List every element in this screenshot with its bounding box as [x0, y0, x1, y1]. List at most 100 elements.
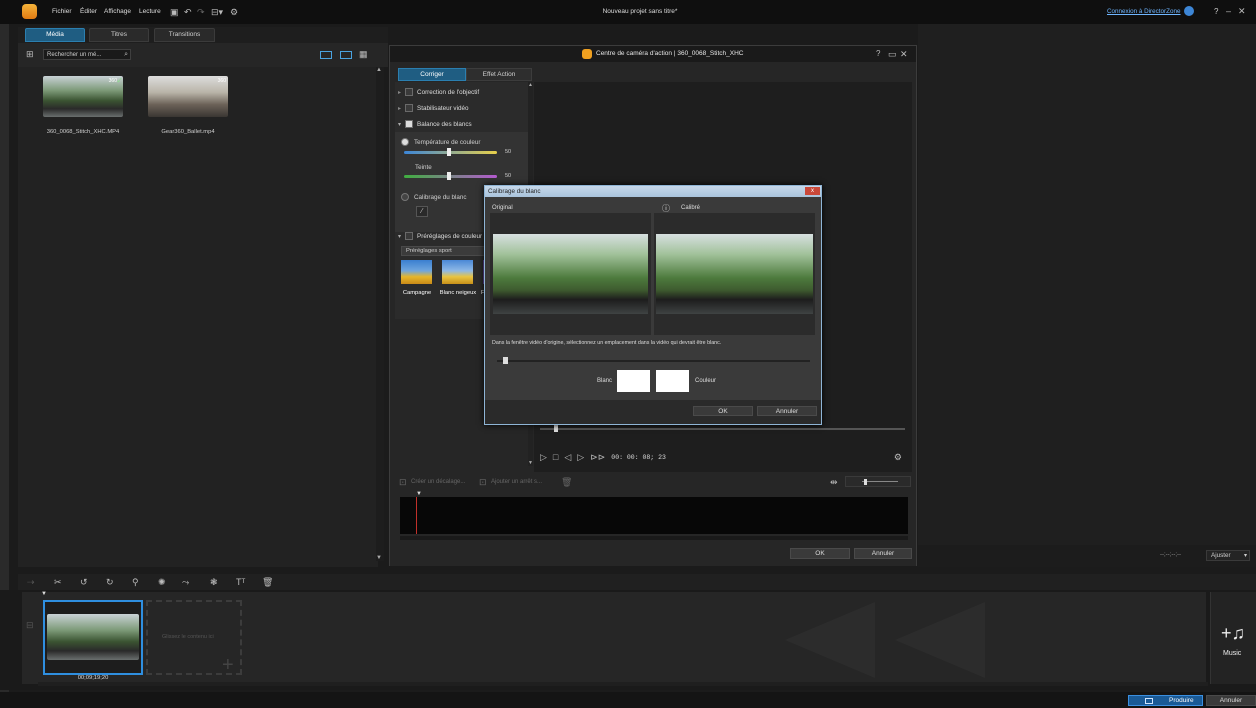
delete-icon[interactable]: 🗑 — [262, 577, 273, 587]
option-lens-correction[interactable]: ▸ Correction de l'objectif — [395, 84, 528, 100]
view-details-icon[interactable] — [320, 51, 332, 59]
maximize-icon[interactable]: ▭ — [888, 49, 897, 59]
temp-radio-row[interactable]: Température de couleur — [401, 138, 481, 146]
search-icon[interactable]: ⌕ — [124, 50, 128, 60]
save-icon[interactable]: ▣ — [170, 7, 179, 17]
view-grid-icon[interactable]: ▦ — [359, 49, 368, 59]
help-button[interactable]: ? — [1214, 7, 1218, 16]
offset-icon[interactable]: ⊡ — [399, 477, 407, 487]
split-icon[interactable]: ✂ — [54, 577, 62, 587]
action-camera-icon[interactable]: ⤳ — [182, 577, 189, 587]
tint-slider-thumb[interactable] — [447, 172, 451, 180]
eyedropper-icon[interactable]: ⁄ — [416, 206, 428, 217]
scroll-up-icon[interactable]: ▲ — [376, 67, 382, 73]
fix-enhance-icon[interactable]: ⚲ — [132, 577, 139, 587]
timeline-clip[interactable] — [43, 600, 143, 675]
effect-timeline[interactable] — [400, 497, 908, 534]
track-toggle-icon[interactable]: ⊟ — [26, 620, 34, 630]
menu-editer[interactable]: Éditer — [80, 8, 97, 15]
close-icon[interactable]: ✕ — [1238, 6, 1246, 16]
add-music-icon[interactable]: +♫ — [1221, 624, 1245, 642]
calibration-radio-row[interactable]: Calibrage du blanc — [401, 193, 467, 201]
next-frame-icon[interactable]: ▷ — [577, 452, 584, 462]
calibration-radio[interactable] — [401, 193, 409, 201]
option-stabilizer[interactable]: ▸ Stabilisateur vidéo — [395, 100, 528, 116]
zoom-thumb[interactable] — [864, 479, 867, 485]
preview-scrubber[interactable] — [540, 428, 905, 430]
close-button[interactable]: x — [805, 187, 820, 195]
tab-media[interactable]: Média — [25, 28, 85, 42]
fit-select[interactable]: Ajuster ▾ — [1206, 550, 1250, 561]
settings-gear-icon[interactable]: ⚙ — [894, 452, 902, 462]
calibration-slider-thumb[interactable] — [503, 357, 508, 364]
scroll-down-icon[interactable]: ▼ — [376, 555, 382, 561]
cancel-button[interactable]: Annuler — [757, 406, 817, 416]
tab-titles[interactable]: Titres — [89, 28, 149, 42]
scroll-up-icon[interactable]: ▲ — [528, 82, 533, 88]
menu-lecture[interactable]: Lecture — [139, 8, 161, 15]
fit-timeline-icon[interactable]: ⇹ — [830, 477, 838, 487]
create-offset-button[interactable]: Créer un décalage... — [411, 479, 465, 485]
zoom-slider[interactable] — [845, 476, 911, 487]
import-media-icon[interactable]: ⊞ — [26, 49, 34, 59]
option-white-balance[interactable]: ▾ Balance des blancs — [395, 116, 528, 132]
library-scrollbar[interactable]: ▲ ▼ — [376, 67, 384, 561]
cancel-button[interactable]: Annuler — [1206, 695, 1256, 706]
lens-correction-checkbox[interactable] — [405, 88, 414, 96]
play-icon[interactable]: ▷ — [540, 452, 547, 462]
redo-icon[interactable]: ↷ — [197, 7, 205, 17]
aspect-ratio-icon[interactable]: ⊟▾ — [211, 7, 223, 17]
menu-fichier[interactable]: Fichier — [52, 8, 72, 15]
original-frame[interactable] — [493, 234, 648, 314]
menu-affichage[interactable]: Affichage — [104, 8, 131, 15]
add-icon[interactable]: + — [222, 654, 234, 677]
cancel-button[interactable]: Annuler — [854, 548, 912, 559]
preview-scrubber-thumb[interactable] — [554, 424, 558, 432]
directorzone-login-link[interactable]: Connexion à DirectorZone — [1107, 8, 1181, 15]
fast-forward-icon[interactable]: ⊳⊳ — [590, 452, 605, 462]
color-presets-checkbox[interactable] — [405, 232, 414, 240]
tab-effet-action[interactable]: Effet Action — [466, 68, 532, 81]
effect-timeline-scrollbar[interactable] — [400, 536, 908, 540]
magic-icon[interactable]: ✺ — [158, 577, 166, 587]
view-thumbnails-icon[interactable] — [340, 51, 352, 59]
preset-blanc-neigeux-thumb[interactable] — [442, 260, 473, 284]
settings-gear-icon[interactable]: ⚙ — [230, 7, 238, 17]
search-input[interactable]: Rechercher un mé... ⌕ — [43, 49, 131, 60]
title-text-icon[interactable]: Tᵀ — [236, 577, 245, 587]
tab-corriger[interactable]: Corriger — [398, 68, 466, 81]
effects-icon[interactable]: ❃ — [210, 577, 218, 587]
stop-icon[interactable]: □ — [553, 452, 558, 462]
freeze-icon[interactable]: ⊡ — [479, 477, 487, 487]
presets-select[interactable]: Préréglages sport — [401, 246, 489, 256]
temp-radio[interactable] — [401, 138, 409, 146]
add-freeze-button[interactable]: Ajouter un arrêt s... — [491, 479, 542, 485]
original-preview[interactable] — [490, 213, 651, 335]
ok-button[interactable]: OK — [790, 548, 850, 559]
preset-campagne-thumb[interactable] — [401, 260, 432, 284]
calibration-slider[interactable] — [497, 360, 810, 362]
media-item[interactable]: 360 — [148, 76, 228, 117]
white-balance-checkbox[interactable] — [405, 120, 414, 128]
stabilizer-checkbox[interactable] — [405, 104, 414, 112]
timeline-scrollbar[interactable] — [38, 682, 1208, 686]
media-item[interactable]: 360 ✓ — [43, 76, 123, 117]
temperature-slider-thumb[interactable] — [447, 148, 451, 156]
rotate-right-icon[interactable]: ↻ — [106, 577, 114, 587]
drop-zone[interactable]: Glissez le contenu ici + — [146, 600, 242, 677]
prev-frame-icon[interactable]: ◁ — [564, 452, 571, 462]
close-icon[interactable]: ✕ — [900, 49, 908, 59]
user-avatar-icon[interactable] — [1184, 6, 1194, 16]
undo-icon[interactable]: ↶ — [184, 7, 192, 17]
music-panel[interactable]: +♫ Music — [1210, 592, 1256, 684]
ok-button[interactable]: OK — [693, 406, 753, 416]
tab-transitions[interactable]: Transitions — [154, 28, 215, 42]
scroll-down-icon[interactable]: ▼ — [528, 460, 533, 466]
help-icon[interactable]: ? — [876, 49, 880, 59]
tracks-icon[interactable]: ⇢ — [27, 577, 35, 587]
rotate-left-icon[interactable]: ↺ — [80, 577, 88, 587]
playhead-marker-icon[interactable]: ▼ — [41, 591, 47, 597]
minimize-icon[interactable]: – — [1226, 6, 1231, 16]
produce-button[interactable]: Produire — [1128, 695, 1203, 706]
delete-icon[interactable]: 🗑 — [561, 477, 572, 487]
